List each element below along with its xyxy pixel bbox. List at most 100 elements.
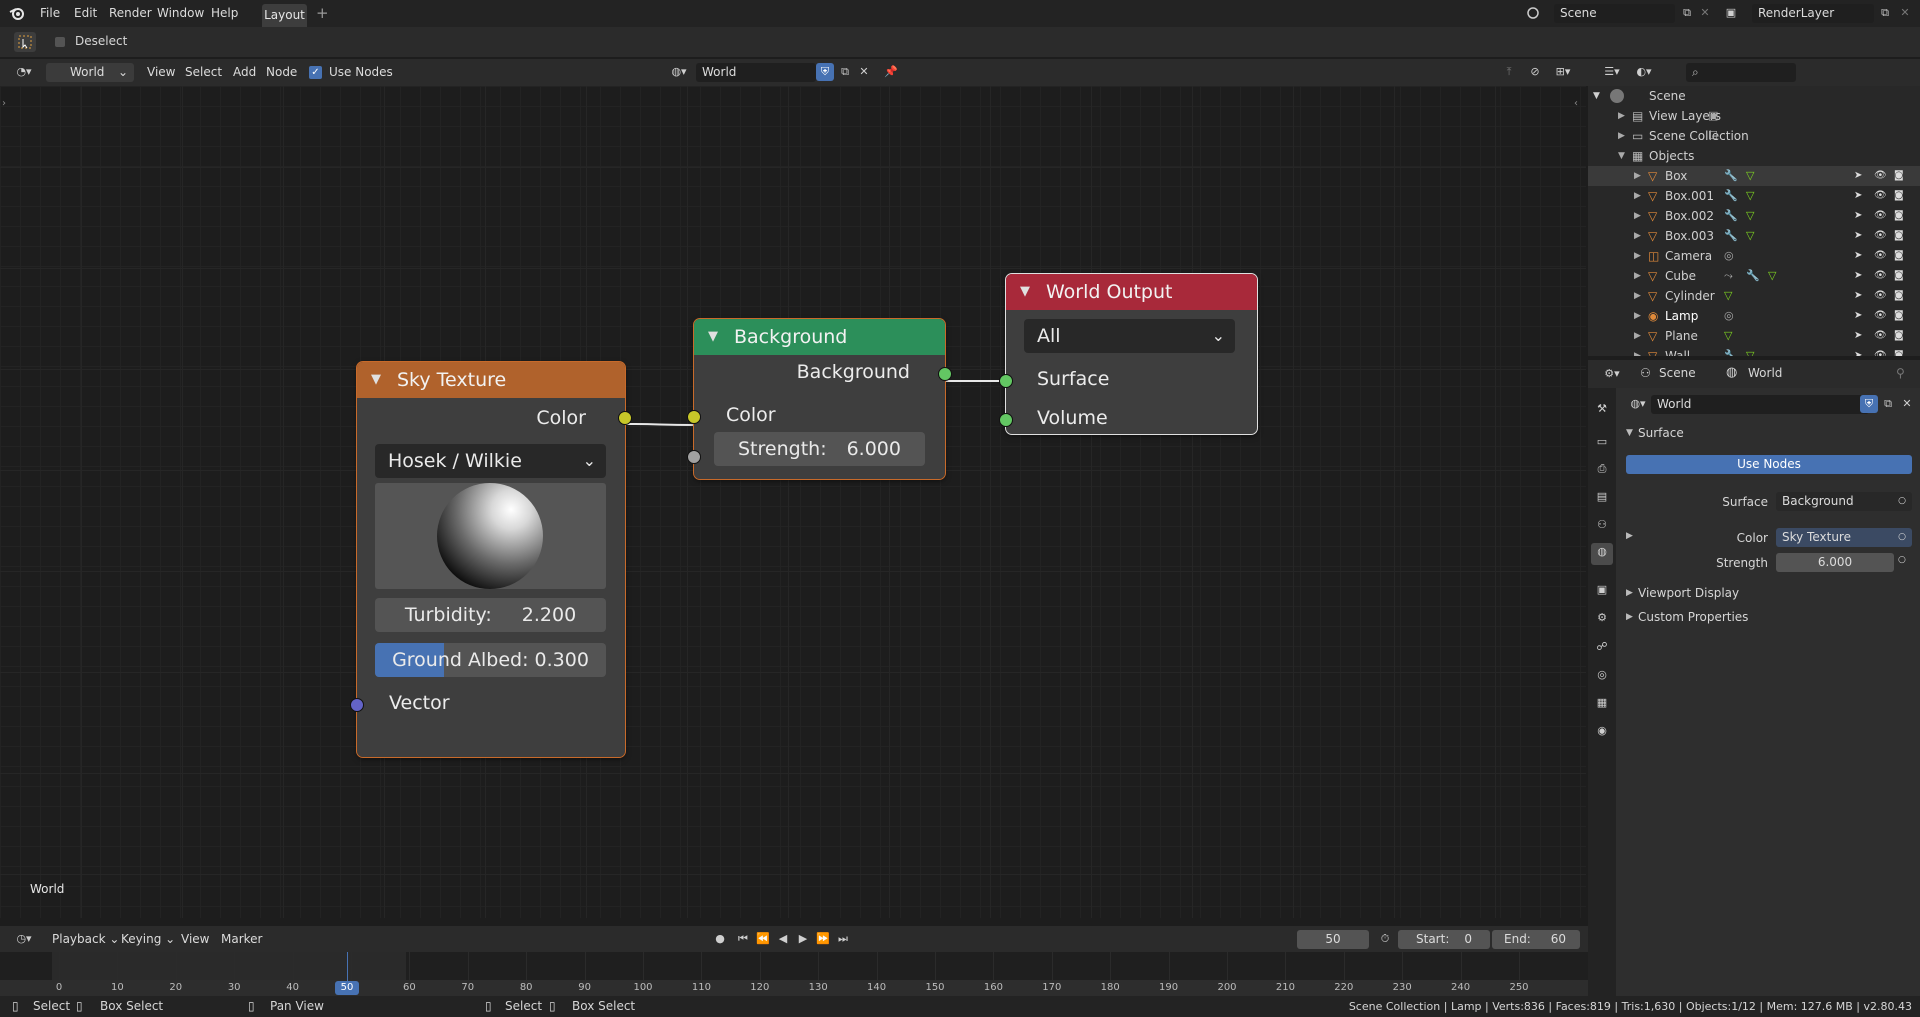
expand-icon[interactable]: ▼ [1618,146,1625,166]
start-frame-field[interactable]: Start: 0 [1398,930,1490,949]
outliner-item[interactable]: ▶ ▽ Box.003 🔧 ▽ ➤ 👁 ◙ [1588,226,1920,246]
jump-end-icon[interactable]: ⏭ [834,930,852,948]
prev-keyframe-icon[interactable]: ⏪ [754,930,772,948]
select-tool-icon[interactable] [14,32,36,52]
data-block-icon[interactable]: ▽ [1746,346,1754,356]
data-block-icon[interactable]: ▽ [1724,286,1732,306]
expand-icon[interactable]: ▶ [1634,266,1641,286]
world-browse-icon[interactable]: ◍▾ [666,63,692,81]
outliner-item[interactable]: ▼ ▦ Objects [1588,146,1920,166]
outliner-item[interactable]: ▶ ▽ Box.001 🔧 ▽ ➤ 👁 ◙ [1588,186,1920,206]
delete-render-layer-icon[interactable]: ✕ [1896,4,1914,22]
expand-icon[interactable]: ▶ [1626,612,1633,622]
timeline-editor-type-icon[interactable]: ◷▾ [10,930,38,948]
data-block-icon[interactable]: ☐ [1708,126,1718,146]
background-output-socket[interactable] [938,367,952,381]
camera-icon[interactable]: ◙ [1894,166,1904,186]
select-arrow-icon[interactable]: ➤ [1854,286,1862,306]
tool-tab-icon[interactable]: ⚒ [1593,400,1611,418]
menu-node[interactable]: Node [266,59,297,86]
select-arrow-icon[interactable]: ➤ [1854,206,1862,226]
unlink-world-icon[interactable]: ✕ [855,63,873,81]
viewport-display-panel[interactable]: Viewport Display [1638,586,1739,600]
background-node[interactable]: ▼ Background Background Color Strength: 6… [687,318,952,480]
data-block-icon[interactable]: 🔧 [1746,266,1760,286]
data-block-icon[interactable]: 🔧 [1724,346,1738,356]
data-block-icon[interactable]: ▽ [1724,326,1732,346]
expand-icon[interactable]: ▶ [1626,588,1633,598]
expand-icon[interactable]: ▶ [1634,226,1641,246]
vector-input-socket[interactable] [350,698,364,712]
select-arrow-icon[interactable]: ➤ [1854,326,1862,346]
data-block-icon[interactable]: ▽ [1746,166,1754,186]
world-browse-icon[interactable]: ◍▾ [1625,395,1651,413]
duplicate-world-icon[interactable]: ⧉ [1879,395,1897,413]
eye-icon[interactable]: 👁 [1874,206,1887,226]
end-frame-field[interactable]: End: 60 [1492,930,1580,949]
timeline[interactable]: 0 10 20 30 40 50 60 70 80 90 100 110 120 130 140 150 160… [0,952,1588,996]
data-block-icon[interactable]: 🔧 [1724,226,1738,246]
eye-icon[interactable]: 👁 [1874,226,1887,246]
snap-mode-icon[interactable]: ⊞▾ [1548,63,1578,81]
deselect-checkbox[interactable] [55,37,65,47]
fake-user-icon[interactable]: ⛨ [1860,395,1878,413]
scene-tab-icon[interactable]: ⚇ [1593,516,1611,534]
expand-icon[interactable]: ▶ [1634,286,1641,306]
output-target-dropdown[interactable]: All ⌄ [1024,319,1235,353]
data-block-icon[interactable]: ▽ [1746,186,1754,206]
particles-tab-icon[interactable]: ☍ [1593,638,1611,656]
ground-albedo-slider[interactable]: Ground Albed: 0.300 [375,643,606,677]
display-mode-icon[interactable]: ◐▾ [1630,63,1658,81]
menu-view[interactable]: View [147,59,175,86]
jump-start-icon[interactable]: ⏮ [734,930,752,948]
render-tab-icon[interactable]: ▭ [1593,433,1611,451]
outliner-item[interactable]: ▶ ▽ Box.002 🔧 ▽ ➤ 👁 ◙ [1588,206,1920,226]
data-block-icon[interactable]: ▽ [1768,266,1776,286]
scene-field[interactable]: Scene [1554,4,1675,23]
collapse-icon[interactable]: ▼ [1020,274,1030,310]
world-output-node[interactable]: ▼ World Output All ⌄ Surface Volume [999,273,1258,435]
data-block-icon[interactable]: ◎ [1724,306,1734,326]
expand-icon[interactable]: ▶ [1634,166,1641,186]
expand-icon[interactable]: ▶ [1618,126,1625,146]
new-scene-icon[interactable]: ⧉ [1678,4,1696,22]
data-block-icon[interactable]: ◎ [1724,246,1734,266]
use-nodes-checkbox[interactable]: ✓ [309,66,322,79]
strength-input-socket[interactable] [687,450,701,464]
background-color-input-socket[interactable] [687,410,701,424]
select-arrow-icon[interactable]: ➤ [1854,226,1862,246]
menu-file[interactable]: File [40,0,60,27]
outliner-item[interactable]: ▶ ▽ Box 🔧 ▽ ➤ 👁 ◙ [1588,166,1920,186]
camera-icon[interactable]: ◙ [1894,266,1904,286]
select-arrow-icon[interactable]: ➤ [1854,346,1862,356]
color-value-field[interactable]: Sky Texture ○ [1776,528,1912,547]
select-arrow-icon[interactable]: ➤ [1854,306,1862,326]
render-layer-field[interactable]: RenderLayer [1752,4,1874,23]
outliner-item[interactable]: ▶ ◉ Lamp ◎ ➤ 👁 ◙ [1588,306,1920,326]
data-block-icon[interactable]: 🔧 [1724,206,1738,226]
next-keyframe-icon[interactable]: ⏩ [814,930,832,948]
eye-icon[interactable]: 👁 [1874,246,1887,266]
play-icon[interactable]: ▶ [794,930,812,948]
blender-logo-icon[interactable] [8,5,26,23]
menu-playback[interactable]: Playback ⌄ [52,926,119,952]
outliner-item[interactable]: ▶ ▽ Cube ⤳ 🔧 ▽ ➤ 👁 ◙ [1588,266,1920,286]
eye-icon[interactable]: 👁 [1874,326,1887,346]
texture-tab-icon[interactable]: ▦ [1593,694,1611,712]
select-arrow-icon[interactable]: ➤ [1854,266,1862,286]
tab-layout[interactable]: Layout [262,4,307,27]
play-reverse-icon[interactable]: ◀ [774,930,792,948]
select-arrow-icon[interactable]: ➤ [1854,186,1862,206]
world-tab-icon[interactable]: ◍ [1591,543,1613,565]
camera-icon[interactable]: ◙ [1894,346,1904,356]
outliner-item[interactable]: ▶ ▭ Scene Collection ☐ [1588,126,1920,146]
expand-icon[interactable]: ▶ [1634,246,1641,266]
camera-icon[interactable]: ◙ [1894,246,1904,266]
shader-type-dropdown[interactable]: World ⌄ [46,63,134,82]
surface-panel-title[interactable]: Surface [1638,426,1684,440]
sky-texture-node[interactable]: ▼ Sky Texture Color Hosek / Wilkie ⌄ Tur… [350,361,632,758]
custom-properties-panel[interactable]: Custom Properties [1638,610,1748,624]
preview-range-icon[interactable]: ⏱ [1376,930,1394,948]
data-block-icon[interactable]: ▣ [1708,106,1718,126]
outliner-editor-type-icon[interactable]: ☰▾ [1598,63,1626,81]
